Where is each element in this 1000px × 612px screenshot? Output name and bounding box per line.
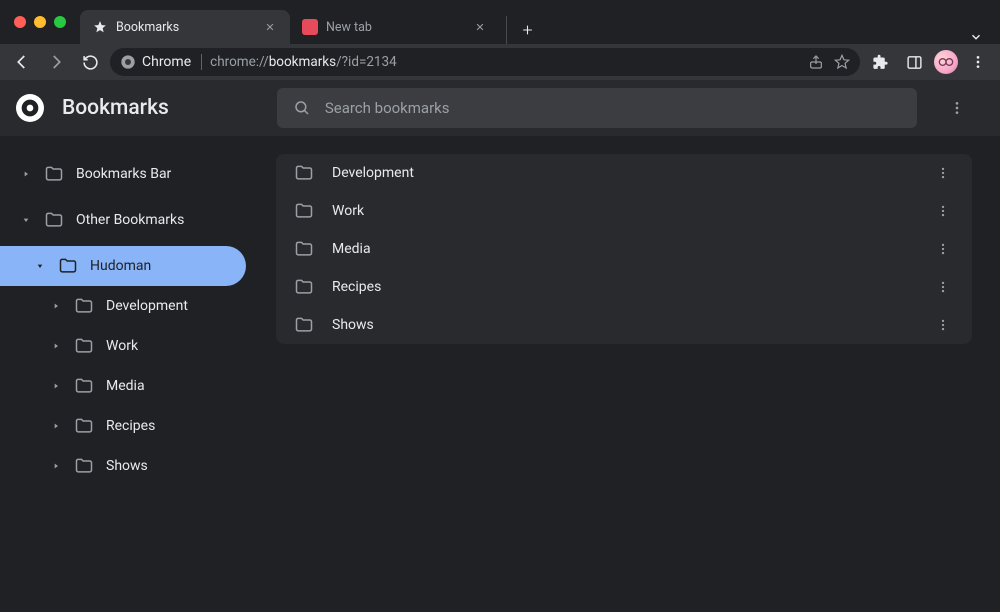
tree-item-hudoman[interactable]: Hudoman [0,246,246,286]
folder-icon [44,164,64,184]
window-maximize-button[interactable] [54,16,66,28]
site-label: Chrome [142,54,191,70]
folder-icon [74,376,94,396]
share-icon[interactable] [808,54,824,70]
bookmark-name: Work [332,203,364,219]
chrome-logo-icon [16,94,44,122]
folder-content: Development Work Media Recipes Shows [256,136,1000,612]
star-icon [92,19,108,35]
back-button[interactable] [8,48,36,76]
tree-item-label: Bookmarks Bar [76,166,171,182]
folder-icon [294,163,314,183]
chevron-down-icon[interactable] [36,262,46,270]
page-title: Bookmarks [62,96,169,120]
row-menu-button[interactable] [936,166,954,180]
window-titlebar: Bookmarks New tab [0,0,1000,44]
tree-item-label: Other Bookmarks [76,212,184,228]
profile-avatar[interactable] [934,50,958,74]
tree-item-other-bookmarks[interactable]: Other Bookmarks [0,200,256,240]
row-menu-button[interactable] [936,204,954,218]
folder-icon [74,416,94,436]
omnibox[interactable]: Chrome chrome://bookmarks/?id=2134 [110,48,860,76]
tree-item-label: Development [106,298,188,314]
new-tab-button[interactable] [506,16,534,44]
folder-icon [294,277,314,297]
tree-item-bookmarks-bar[interactable]: Bookmarks Bar [0,154,256,194]
tab-title: New tab [326,20,464,35]
folder-icon [74,336,94,356]
bookmark-name: Media [332,241,371,257]
folder-icon [294,201,314,221]
tree-item-label: Hudoman [90,258,151,274]
bookmark-row[interactable]: Media [276,230,972,268]
sidepanel-button[interactable] [900,48,928,76]
folder-icon [44,210,64,230]
bookmark-row[interactable]: Shows [276,306,972,344]
tab-new-tab[interactable]: New tab [290,10,500,44]
folder-icon [294,315,314,335]
folder-icon [294,239,314,259]
extensions-button[interactable] [866,48,894,76]
window-close-button[interactable] [14,16,26,28]
search-icon [293,99,311,117]
window-minimize-button[interactable] [34,16,46,28]
search-input[interactable] [325,99,901,117]
chevron-right-icon[interactable] [22,170,32,178]
search-container [277,88,917,128]
tree-item-label: Media [106,378,145,394]
tree-item-work[interactable]: Work [0,326,256,366]
tab-bookmarks[interactable]: Bookmarks [80,10,290,44]
bookmark-name: Recipes [332,279,381,295]
chevron-right-icon[interactable] [52,462,62,470]
folder-tree: Bookmarks Bar Other Bookmarks Hudoman Devel… [0,136,256,612]
row-menu-button[interactable] [936,242,954,256]
row-menu-button[interactable] [936,280,954,294]
chevron-right-icon[interactable] [52,422,62,430]
bookmarks-app: Bookmarks Bookmarks Bar Other Bookmarks Hu… [0,80,1000,612]
app-menu-button[interactable] [945,100,969,116]
browser-menu-button[interactable] [964,48,992,76]
bookmark-name: Shows [332,317,374,333]
window-controls [0,16,80,28]
row-menu-button[interactable] [936,318,954,332]
tree-item-label: Shows [106,458,148,474]
close-icon[interactable] [472,19,488,35]
bookmark-list: Development Work Media Recipes Shows [276,154,972,344]
bookmark-star-icon[interactable] [834,54,850,70]
app-header: Bookmarks [0,80,1000,136]
bookmark-row[interactable]: Work [276,192,972,230]
tab-strip: Bookmarks New tab [80,0,1000,44]
folder-icon [58,256,78,276]
browser-toolbar: Chrome chrome://bookmarks/?id=2134 [0,44,1000,80]
tree-item-label: Recipes [106,418,155,434]
folder-icon [74,296,94,316]
tab-title: Bookmarks [116,20,254,35]
bookmark-row[interactable]: Recipes [276,268,972,306]
chevron-right-icon[interactable] [52,382,62,390]
bookmark-row[interactable]: Development [276,154,972,192]
newtab-icon [302,19,318,35]
tab-overflow-button[interactable] [960,30,992,44]
chrome-icon [120,54,136,70]
reload-button[interactable] [76,48,104,76]
chevron-right-icon[interactable] [52,302,62,310]
site-identity[interactable]: Chrome [120,54,202,70]
url-text: chrome://bookmarks/?id=2134 [210,54,397,70]
tree-item-label: Work [106,338,138,354]
bookmark-name: Development [332,165,414,181]
tree-item-development[interactable]: Development [0,286,256,326]
tree-item-media[interactable]: Media [0,366,256,406]
folder-icon [74,456,94,476]
forward-button[interactable] [42,48,70,76]
tree-item-recipes[interactable]: Recipes [0,406,256,446]
close-icon[interactable] [262,19,278,35]
chevron-down-icon[interactable] [22,216,32,224]
tree-item-shows[interactable]: Shows [0,446,256,486]
chevron-right-icon[interactable] [52,342,62,350]
